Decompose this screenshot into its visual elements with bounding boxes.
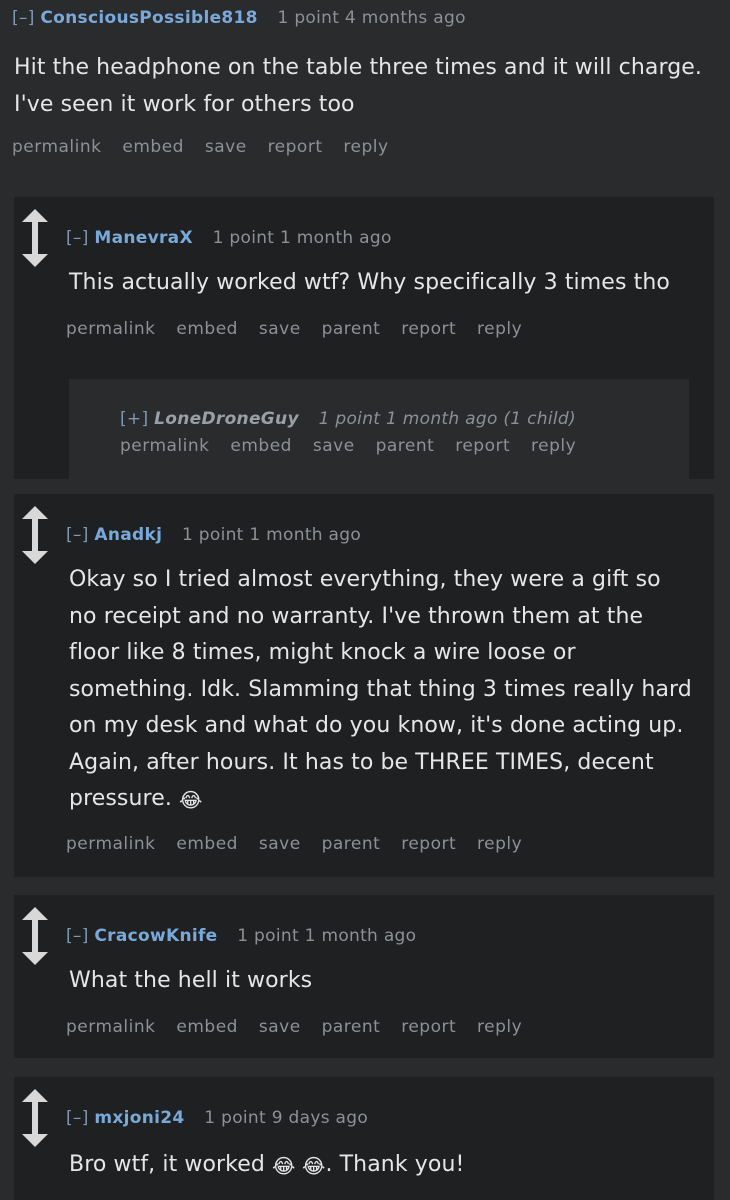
- parent-link[interactable]: parent: [322, 319, 381, 339]
- report-link[interactable]: report: [401, 319, 456, 339]
- timestamp: 1 month ago: [279, 228, 392, 248]
- reply-link[interactable]: reply: [477, 319, 522, 339]
- body-line: I've seen it work for others too: [14, 91, 355, 117]
- body-text-fragment: Bro wtf, it worked: [69, 1152, 265, 1177]
- body-line: no receipt and no warranty. I've thrown …: [69, 603, 644, 629]
- comment-tagline: [–] ConsciousPossible818 1 point 4 month…: [12, 8, 466, 28]
- reply-link[interactable]: reply: [531, 436, 576, 456]
- body-line: pressure. 😂: [69, 781, 692, 819]
- collapse-toggle[interactable]: [–]: [66, 1108, 89, 1128]
- author-link[interactable]: ConsciousPossible818: [40, 8, 257, 28]
- comment-tagline: [–] Anadkj 1 point 1 month ago: [66, 525, 361, 545]
- comment-body: Okay so I tried almost everything, they …: [69, 562, 692, 819]
- timestamp: 1 month ago (1 child): [385, 409, 576, 429]
- score: 1 point: [181, 525, 244, 545]
- score: 1 point: [237, 926, 299, 946]
- report-link[interactable]: report: [455, 436, 510, 456]
- comment-reply: [–] mxjoni24 1 point 9 days ago Bro wtf,…: [14, 1077, 714, 1200]
- embed-link[interactable]: embed: [230, 436, 292, 456]
- comment-actions: permalink embed save report reply: [12, 137, 404, 157]
- author-link[interactable]: CracowKnife: [94, 926, 217, 946]
- body-text-fragment: . Thank you!: [325, 1152, 465, 1177]
- collapse-toggle[interactable]: [–]: [66, 228, 89, 248]
- collapse-toggle[interactable]: [–]: [66, 926, 89, 946]
- report-link[interactable]: report: [268, 137, 323, 157]
- comment-tagline: [+] LoneDroneGuy 1 point 1 month ago (1 …: [120, 409, 576, 429]
- save-link[interactable]: save: [313, 436, 355, 456]
- body-line: Hit the headphone on the table three tim…: [14, 55, 703, 80]
- comment-top-level: [–] ConsciousPossible818 1 point 4 month…: [0, 0, 730, 190]
- save-link[interactable]: save: [259, 1017, 301, 1037]
- comment-actions: permalink embed save parent report reply: [66, 834, 537, 854]
- report-link[interactable]: report: [401, 834, 456, 854]
- timestamp: 1 month ago: [249, 525, 362, 545]
- reply-link[interactable]: reply: [343, 137, 388, 157]
- parent-link[interactable]: parent: [322, 834, 381, 854]
- laughing-emoji-icon: 😂 😂: [272, 1154, 326, 1178]
- comment-body: Hit the headphone on the table three tim…: [14, 50, 702, 123]
- permalink-link[interactable]: permalink: [120, 436, 209, 456]
- body-text-fragment: pressure.: [69, 786, 172, 811]
- comment-actions: permalink embed save parent report reply: [66, 1017, 537, 1037]
- save-link[interactable]: save: [259, 834, 301, 854]
- comment-tagline: [–] mxjoni24 1 point 9 days ago: [66, 1108, 368, 1128]
- collapsed-comment: [+] LoneDroneGuy 1 point 1 month ago (1 …: [69, 379, 689, 479]
- score: 1 point: [212, 228, 275, 248]
- body-line: This actually worked wtf? Why specifical…: [69, 270, 670, 295]
- reply-link[interactable]: reply: [477, 834, 522, 854]
- collapse-toggle[interactable]: [–]: [12, 8, 35, 28]
- laughing-emoji-icon: 😂: [179, 788, 203, 812]
- comment-reply: [–] Anadkj 1 point 1 month ago Okay so I…: [14, 494, 714, 877]
- comment-body: What the hell it works: [69, 963, 312, 1000]
- vote-arrows-icon[interactable]: [22, 907, 48, 965]
- comment-actions: permalink embed save parent report reply: [120, 436, 591, 456]
- comment-body: This actually worked wtf? Why specifical…: [69, 265, 670, 302]
- timestamp: 9 days ago: [271, 1108, 369, 1128]
- report-link[interactable]: report: [401, 1017, 456, 1037]
- comment-body: Bro wtf, it worked 😂 😂. Thank you!: [69, 1147, 464, 1185]
- score: 1 point: [318, 409, 381, 429]
- body-line: floor like 8 times, might knock a wire l…: [69, 640, 576, 665]
- author-link[interactable]: ManevraX: [94, 228, 192, 248]
- reply-link[interactable]: reply: [477, 1017, 522, 1037]
- expand-toggle[interactable]: [+]: [120, 409, 148, 429]
- save-link[interactable]: save: [259, 319, 301, 339]
- body-line: on my desk and what do you know, it's do…: [69, 713, 684, 738]
- timestamp: 1 month ago: [304, 926, 417, 946]
- comment-reply: [–] ManevraX 1 point 1 month ago This ac…: [14, 197, 714, 479]
- score: 1 point: [204, 1108, 266, 1128]
- parent-link[interactable]: parent: [322, 1017, 381, 1037]
- score: 1 point: [277, 8, 340, 28]
- save-link[interactable]: save: [205, 137, 247, 157]
- collapse-toggle[interactable]: [–]: [66, 525, 89, 545]
- parent-link[interactable]: parent: [376, 436, 435, 456]
- permalink-link[interactable]: permalink: [66, 1017, 155, 1037]
- author-link[interactable]: mxjoni24: [94, 1108, 184, 1128]
- permalink-link[interactable]: permalink: [66, 834, 155, 854]
- body-line: Again, after hours. It has to be THREE T…: [69, 749, 654, 775]
- comment-tagline: [–] CracowKnife 1 point 1 month ago: [66, 926, 416, 946]
- timestamp: 4 months ago: [344, 8, 466, 28]
- comment-actions: permalink embed save parent report reply: [66, 319, 537, 339]
- body-line: something. Idk. Slamming that thing 3 ti…: [69, 676, 692, 702]
- embed-link[interactable]: embed: [122, 137, 184, 157]
- vote-arrows-icon[interactable]: [22, 209, 48, 267]
- permalink-link[interactable]: permalink: [12, 137, 101, 157]
- body-line: Okay so I tried almost everything, they …: [69, 567, 661, 592]
- embed-link[interactable]: embed: [176, 834, 238, 854]
- embed-link[interactable]: embed: [176, 1017, 238, 1037]
- comment-reply: [–] CracowKnife 1 point 1 month ago What…: [14, 895, 714, 1058]
- vote-arrows-icon[interactable]: [22, 1089, 48, 1147]
- vote-arrows-icon[interactable]: [22, 506, 48, 564]
- comment-tagline: [–] ManevraX 1 point 1 month ago: [66, 228, 392, 248]
- body-line: What the hell it works: [69, 968, 313, 993]
- permalink-link[interactable]: permalink: [66, 319, 155, 339]
- author-link[interactable]: LoneDroneGuy: [154, 409, 299, 429]
- author-link[interactable]: Anadkj: [94, 525, 162, 545]
- embed-link[interactable]: embed: [176, 319, 238, 339]
